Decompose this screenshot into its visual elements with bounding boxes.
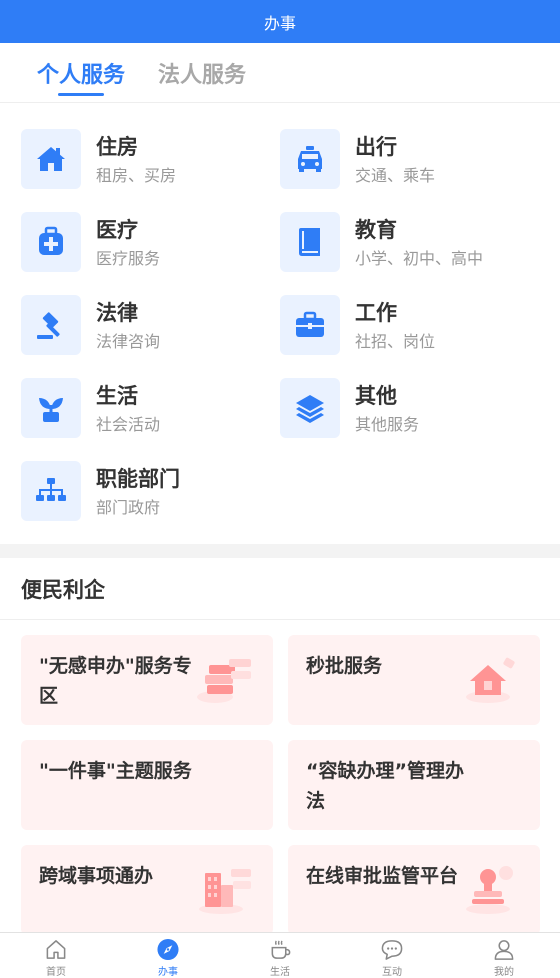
- service-subtitle: 社招、岗位: [355, 331, 436, 351]
- card-title: 在线审批监管平台: [306, 865, 459, 887]
- service-title: 教育: [355, 217, 397, 242]
- card-fault-tolerant-handling[interactable]: “容缺办理”管理办法: [288, 740, 540, 830]
- service-tabs: 个人服务 法人服务: [0, 43, 560, 103]
- card-title: "无感申办"服务专区: [39, 655, 192, 707]
- section-title: 便民利企: [21, 577, 105, 602]
- service-grid: 住房 租房、买房 出行 交通、乘车 医疗 医疗服务 教育 小学、初中、高中 法律…: [0, 103, 560, 544]
- service-departments[interactable]: 职能部门 部门政府: [21, 458, 281, 524]
- chat-nav-icon: [381, 940, 403, 960]
- stamp-illustration: [466, 866, 513, 914]
- tab-corporate-services[interactable]: 法人服务: [158, 43, 246, 103]
- card-cross-region-service[interactable]: 跨域事项通办: [21, 845, 273, 935]
- card-online-approval-platform[interactable]: 在线审批监管平台: [288, 845, 540, 935]
- briefcase-icon: [296, 311, 324, 337]
- org-chart-icon: [36, 478, 66, 501]
- card-one-thing-service[interactable]: "一件事"主题服务: [21, 740, 273, 830]
- nav-life[interactable]: 生活: [224, 933, 336, 978]
- service-subtitle: 交通、乘车: [355, 165, 436, 185]
- service-title: 其他: [355, 383, 397, 408]
- service-education[interactable]: 教育 小学、初中、高中: [280, 209, 540, 275]
- nav-label: 我的: [494, 967, 514, 978]
- service-subtitle: 医疗服务: [96, 248, 161, 268]
- card-title: 秒批服务: [306, 655, 383, 677]
- app-header: 办事: [0, 0, 560, 43]
- service-subtitle: 法律咨询: [96, 331, 161, 351]
- service-housing[interactable]: 住房 租房、买房: [21, 126, 281, 192]
- service-subtitle: 社会活动: [96, 414, 161, 434]
- house-illustration: [466, 657, 515, 703]
- service-subtitle: 部门政府: [96, 497, 161, 517]
- service-subtitle: 小学、初中、高中: [355, 248, 484, 268]
- tab-personal-services[interactable]: 个人服务: [37, 43, 125, 103]
- books-illustration: [197, 659, 251, 703]
- service-travel[interactable]: 出行 交通、乘车: [280, 126, 540, 192]
- book-icon: [299, 228, 320, 256]
- nav-profile[interactable]: 我的: [448, 933, 560, 978]
- service-title: 住房: [96, 134, 138, 159]
- nav-label: 首页: [46, 967, 66, 978]
- service-medical[interactable]: 医疗 医疗服务: [21, 209, 281, 275]
- service-subtitle: 租房、买房: [96, 165, 177, 185]
- service-work[interactable]: 工作 社招、岗位: [280, 292, 540, 358]
- plant-icon: [39, 398, 63, 422]
- nav-label: 互动: [382, 967, 402, 978]
- service-title: 出行: [355, 134, 397, 159]
- service-title: 法律: [96, 300, 138, 325]
- house-icon: [37, 147, 65, 171]
- buildings-illustration: [199, 869, 251, 914]
- card-title: “容缺办理”管理办法: [306, 760, 464, 812]
- medical-kit-icon: [39, 226, 63, 255]
- nav-label: 办事: [158, 967, 178, 978]
- header-title: 办事: [263, 13, 296, 33]
- nav-home[interactable]: 首页: [0, 933, 112, 978]
- car-icon: [298, 146, 322, 172]
- gavel-icon: [37, 312, 60, 339]
- service-title: 医疗: [96, 217, 138, 242]
- layers-icon: [296, 395, 324, 423]
- compass-nav-icon: [157, 938, 179, 961]
- user-nav-icon: [494, 940, 514, 960]
- section-divider: [0, 544, 560, 558]
- convenience-section-title: 便民利企: [0, 558, 560, 620]
- bottom-navigation: 首页 办事 生活 互动 我的: [0, 932, 560, 978]
- service-law[interactable]: 法律 法律咨询: [21, 292, 281, 358]
- service-life[interactable]: 生活 社会活动: [21, 375, 281, 441]
- card-instant-approval[interactable]: 秒批服务: [288, 635, 540, 725]
- service-title: 工作: [355, 300, 397, 325]
- card-title: "一件事"主题服务: [39, 760, 192, 782]
- nav-services[interactable]: 办事: [112, 933, 224, 978]
- nav-label: 生活: [270, 967, 290, 978]
- service-other[interactable]: 其他 其他服务: [280, 375, 540, 441]
- home-nav-icon: [46, 940, 66, 959]
- service-subtitle: 其他服务: [355, 414, 420, 434]
- service-title: 职能部门: [96, 466, 180, 491]
- service-title: 生活: [96, 383, 138, 408]
- nav-interaction[interactable]: 互动: [336, 933, 448, 978]
- card-title: 跨域事项通办: [39, 865, 154, 887]
- card-no-sense-application[interactable]: "无感申办"服务专区: [21, 635, 273, 725]
- convenience-cards: "无感申办"服务专区 秒批服务 "一件事"主题服务 “容缺办理”管理办法 跨域事…: [0, 620, 560, 935]
- coffee-nav-icon: [271, 940, 291, 959]
